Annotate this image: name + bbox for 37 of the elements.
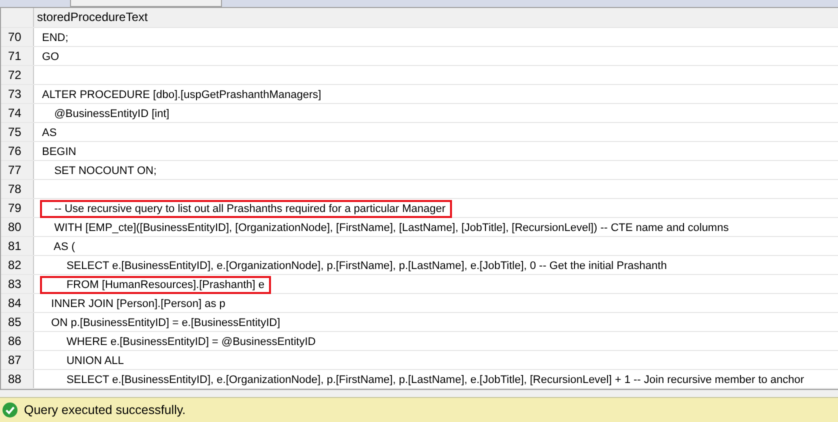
row-number: 75 xyxy=(1,123,34,141)
row-number: 78 xyxy=(1,180,34,198)
row-number: 74 xyxy=(1,104,34,122)
code-line: AS xyxy=(42,127,57,139)
check-icon xyxy=(2,402,18,418)
code-line: @BusinessEntityID [int] xyxy=(53,108,170,120)
code-line: BEGIN xyxy=(42,146,76,158)
row-number: 72 xyxy=(1,66,34,84)
row-number: 84 xyxy=(1,294,34,312)
row-number: 83 xyxy=(1,275,34,293)
column-header: storedProcedureText xyxy=(34,8,838,27)
code-line: WITH [EMP_cte]([BusinessEntityID], [OrganizationNode], [FirstName], [LastName], [JobTitle], [RecursionLevel]) -- CTE name and columns xyxy=(53,222,729,234)
code-line: SELECT e.[BusinessEntityID], e.[OrganizationNode], p.[FirstName], p.[LastName], e.[JobTitle], [RecursionLevel] + 1 -- Join recursive member to anchor xyxy=(65,374,804,386)
code-line: UNION ALL xyxy=(65,355,124,367)
status-message: Query executed successfully. xyxy=(24,403,186,417)
code-line: SET NOCOUNT ON; xyxy=(53,165,156,177)
row-number: 80 xyxy=(1,218,34,236)
row-number: 88 xyxy=(1,370,34,388)
row-number: 76 xyxy=(1,142,34,160)
code-line: SELECT e.[BusinessEntityID], e.[OrganizationNode], p.[FirstName], p.[LastName], e.[JobTitle], 0 -- Get the initial Prashanth xyxy=(65,260,667,272)
code-line: INNER JOIN [Person].[Person] as p xyxy=(50,298,226,310)
row-number: 87 xyxy=(1,351,34,369)
code-line: WHERE e.[BusinessEntityID] = @BusinessEntityID xyxy=(65,336,316,348)
code-line: ON p.[BusinessEntityID] = e.[BusinessEntityID] xyxy=(50,317,280,329)
row-number: 79 xyxy=(1,199,34,217)
row-number: 77 xyxy=(1,161,34,179)
row-number: 85 xyxy=(1,313,34,331)
code-line: ALTER PROCEDURE [dbo].[uspGetPrashanthManagers] xyxy=(42,89,322,101)
row-number: 86 xyxy=(1,332,34,350)
code-line: GO xyxy=(42,51,60,63)
row-number: 71 xyxy=(1,47,34,65)
row-number: 81 xyxy=(1,237,34,255)
row-number: 70 xyxy=(1,28,34,46)
row-number: 82 xyxy=(1,256,34,274)
row-number: 73 xyxy=(1,85,34,103)
code-line: END; xyxy=(42,32,68,44)
code-line: AS ( xyxy=(52,241,76,253)
